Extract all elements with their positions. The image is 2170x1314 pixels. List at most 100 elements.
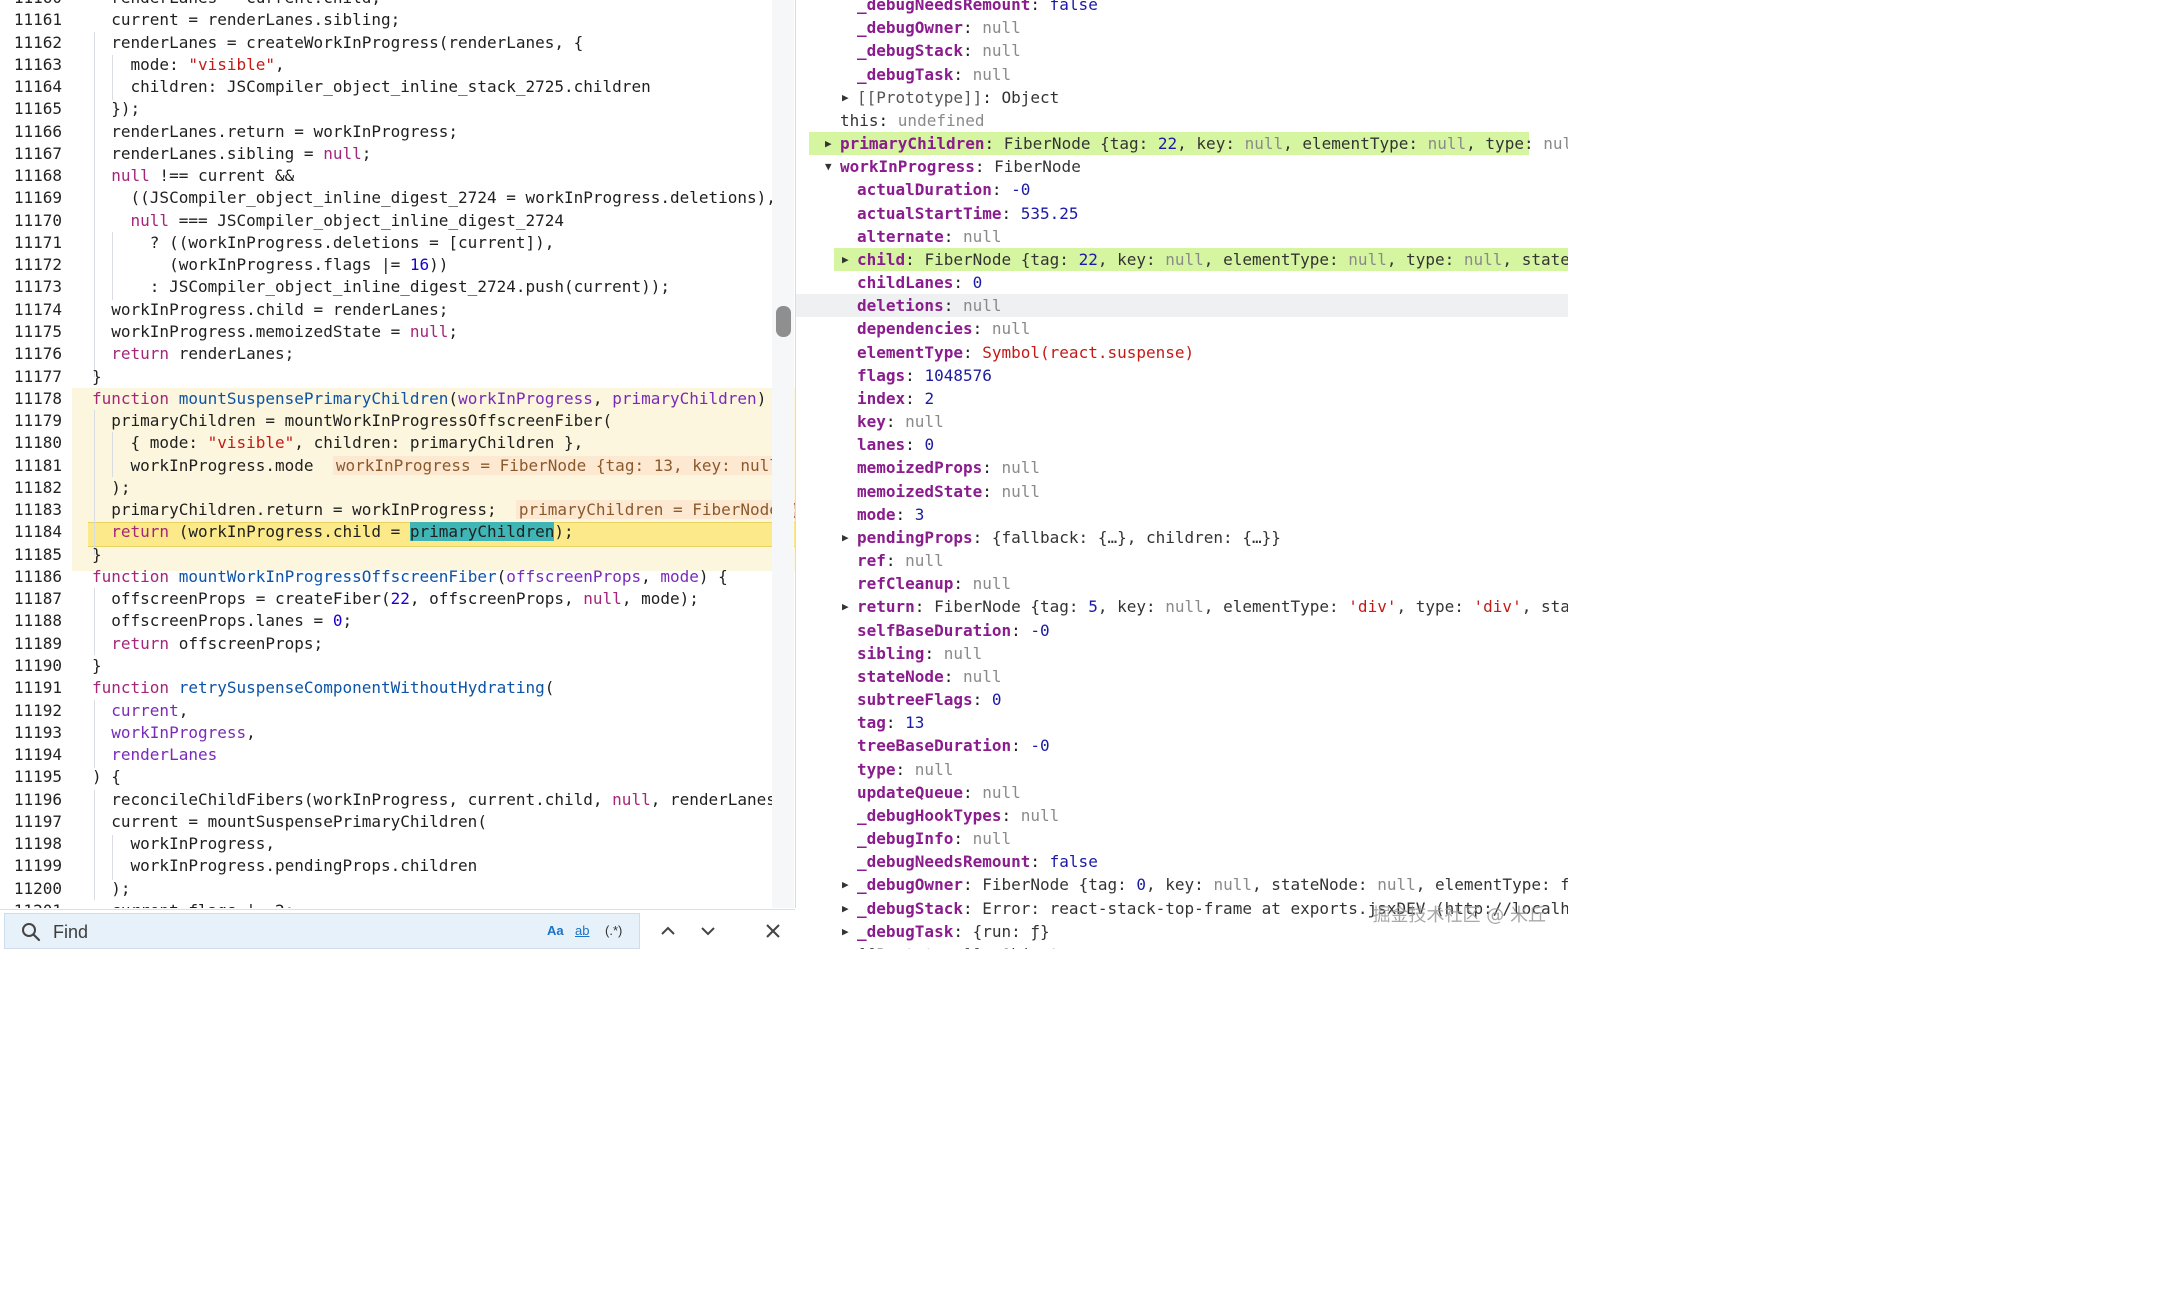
code-line[interactable]: 11200 ); [0, 878, 795, 900]
code-line[interactable]: 11179 primaryChildren = mountWorkInProgr… [0, 410, 795, 432]
scope-property-row[interactable]: key: null [796, 410, 1568, 433]
code-line[interactable]: 11170 null === JSCompiler_object_inline_… [0, 210, 795, 232]
line-number[interactable]: 11181 [0, 455, 62, 477]
line-number[interactable]: 11187 [0, 588, 62, 610]
code-line[interactable]: 11164 children: JSCompiler_object_inline… [0, 76, 795, 98]
code-scrollbar-track[interactable] [772, 0, 794, 908]
collapsed-triangle-icon[interactable]: ▶ [842, 526, 852, 549]
scope-property-row[interactable]: _debugHookTypes: null [796, 804, 1568, 827]
code-line[interactable]: 11163 mode: "visible", [0, 54, 795, 76]
scope-property-row[interactable]: stateNode: null [796, 665, 1568, 688]
scope-property-row[interactable]: refCleanup: null [796, 572, 1568, 595]
code-line[interactable]: 11173 : JSCompiler_object_inline_digest_… [0, 276, 795, 298]
scope-property-row[interactable]: mode: 3 [796, 503, 1568, 526]
line-number[interactable]: 11192 [0, 700, 62, 722]
code-line[interactable]: 11198 workInProgress, [0, 833, 795, 855]
collapsed-triangle-icon[interactable]: ▶ [842, 248, 852, 271]
scope-property-row[interactable]: treeBaseDuration: -0 [796, 734, 1568, 757]
collapsed-triangle-icon[interactable]: ▶ [842, 873, 852, 896]
code-line[interactable]: 11199 workInProgress.pendingProps.childr… [0, 855, 795, 877]
scope-property-row[interactable]: _debugInfo: null [796, 827, 1568, 850]
scope-property-row[interactable]: ▶ return: FiberNode {tag: 5, key: null, e… [796, 595, 1568, 618]
code-line[interactable]: 11195) { [0, 766, 795, 788]
line-number[interactable]: 11201 [0, 900, 62, 908]
scope-property-row[interactable]: _debugOwner: null [796, 16, 1568, 39]
line-number[interactable]: 11190 [0, 655, 62, 677]
find-previous-button[interactable] [655, 918, 681, 944]
line-number[interactable]: 11195 [0, 766, 62, 788]
code-line[interactable]: 11168 null !== current && [0, 165, 795, 187]
code-line[interactable]: 11194 renderLanes [0, 744, 795, 766]
line-number[interactable]: 11199 [0, 855, 62, 877]
line-number[interactable]: 11162 [0, 32, 62, 54]
code-line[interactable]: 11201 current.flags |= 2; [0, 900, 795, 908]
code-line[interactable]: 11160 renderLanes = current.child; [0, 0, 795, 9]
line-number[interactable]: 11191 [0, 677, 62, 699]
scope-property-row[interactable]: index: 2 [796, 387, 1568, 410]
line-number[interactable]: 11178 [0, 388, 62, 410]
line-number[interactable]: 11160 [0, 0, 62, 9]
line-number[interactable]: 11200 [0, 878, 62, 900]
code-line[interactable]: 11197 current = mountSuspensePrimaryChil… [0, 811, 795, 833]
scope-property-row[interactable]: dependencies: null [796, 317, 1568, 340]
regex-toggle[interactable]: (.*) [605, 923, 622, 938]
code-line[interactable]: 11181 workInProgress.mode workInProgress… [0, 455, 795, 477]
code-line[interactable]: 11187 offscreenProps = createFiber(22, o… [0, 588, 795, 610]
line-number[interactable]: 11176 [0, 343, 62, 365]
code-line[interactable]: 11190} [0, 655, 795, 677]
scope-property-row[interactable]: _debugStack: null [796, 39, 1568, 62]
scope-property-row[interactable]: type: null [796, 758, 1568, 781]
collapsed-triangle-icon[interactable]: ▶ [825, 132, 835, 155]
scope-property-row[interactable]: updateQueue: null [796, 781, 1568, 804]
code-line[interactable]: 11196 reconcileChildFibers(workInProgres… [0, 789, 795, 811]
collapsed-triangle-icon[interactable]: ▶ [842, 86, 852, 109]
scope-property-row[interactable]: _debugNeedsRemount: false [796, 0, 1568, 16]
line-number[interactable]: 11171 [0, 232, 62, 254]
line-number[interactable]: 11179 [0, 410, 62, 432]
code-line[interactable]: 11167 renderLanes.sibling = null; [0, 143, 795, 165]
line-number[interactable]: 11164 [0, 76, 62, 98]
line-number[interactable]: 11186 [0, 566, 62, 588]
scope-property-row[interactable]: ▶ _debugOwner: FiberNode {tag: 0, key: nu… [796, 873, 1568, 896]
code-line[interactable]: 11193 workInProgress, [0, 722, 795, 744]
collapsed-triangle-icon[interactable]: ▶ [842, 595, 852, 618]
scope-property-row[interactable]: this: undefined [796, 109, 1568, 132]
line-number[interactable]: 11196 [0, 789, 62, 811]
code-line[interactable]: 11177} [0, 366, 795, 388]
scope-property-row[interactable]: deletions: null [796, 294, 1568, 318]
scope-property-row[interactable]: ▶ pendingProps: {fallback: {…}, children:… [796, 526, 1568, 549]
scope-property-row[interactable]: elementType: Symbol(react.suspense) [796, 341, 1568, 364]
line-number[interactable]: 11180 [0, 432, 62, 454]
scope-property-row[interactable]: ref: null [796, 549, 1568, 572]
scope-property-row[interactable]: _debugNeedsRemount: false [796, 850, 1568, 873]
scope-property-row[interactable]: tag: 13 [796, 711, 1568, 734]
line-number[interactable]: 11166 [0, 121, 62, 143]
line-number[interactable]: 11183 [0, 499, 62, 521]
match-case-toggle[interactable]: Aa [547, 923, 564, 938]
code-line[interactable]: 11182 ); [0, 477, 795, 499]
line-number[interactable]: 11174 [0, 299, 62, 321]
line-number[interactable]: 11167 [0, 143, 62, 165]
code-line[interactable]: 11186 function mountWorkInProgressOffscre… [0, 566, 795, 588]
find-next-button[interactable] [695, 918, 721, 944]
line-number[interactable]: 11184 [0, 521, 62, 543]
close-find-button[interactable] [760, 918, 786, 944]
scope-property-row[interactable]: memoizedProps: null [796, 456, 1568, 479]
line-number[interactable]: 11185 [0, 544, 62, 566]
code-line[interactable]: 11191 function retrySuspenseComponentWith… [0, 677, 795, 699]
line-number[interactable]: 11189 [0, 633, 62, 655]
line-number[interactable]: 11169 [0, 187, 62, 209]
scope-property-row[interactable]: subtreeFlags: 0 [796, 688, 1568, 711]
collapsed-triangle-icon[interactable]: ▶ [842, 920, 852, 943]
code-line[interactable]: 11185} [0, 544, 795, 566]
code-line[interactable]: 11175 workInProgress.memoizedState = nul… [0, 321, 795, 343]
scope-property-row[interactable]: ▶ [[Prototype]]: Object [796, 943, 1568, 949]
line-number[interactable]: 11197 [0, 811, 62, 833]
scope-property-row[interactable]: childLanes: 0 [796, 271, 1568, 294]
code-line[interactable]: 11176 return renderLanes; [0, 343, 795, 365]
code-line[interactable]: 11178 function mountSuspensePrimaryChildr… [0, 388, 795, 410]
code-line[interactable]: 11161 current = renderLanes.sibling; [0, 9, 795, 31]
code-line[interactable]: 11172 (workInProgress.flags |= 16)) [0, 254, 795, 276]
scope-property-row[interactable]: ▶ child: FiberNode {tag: 22, key: null, e… [834, 247, 1568, 271]
line-number[interactable]: 11165 [0, 98, 62, 120]
